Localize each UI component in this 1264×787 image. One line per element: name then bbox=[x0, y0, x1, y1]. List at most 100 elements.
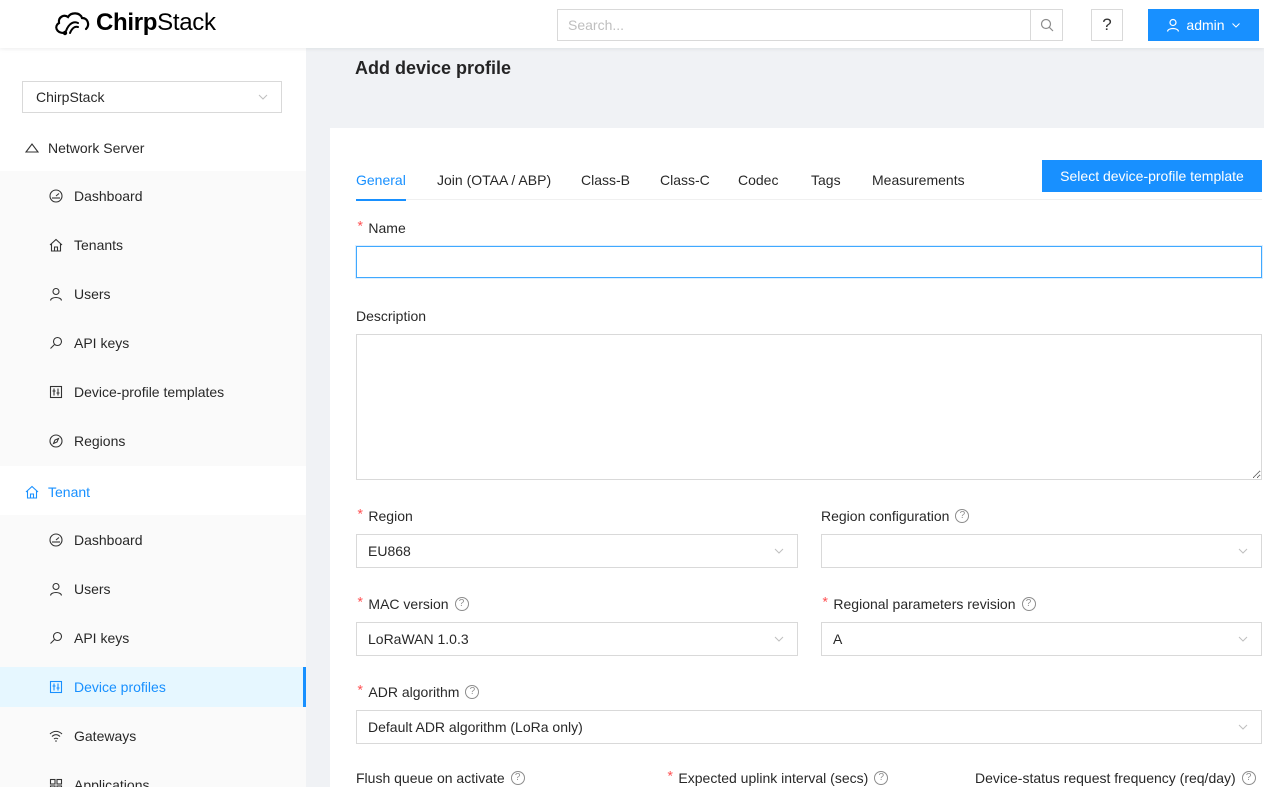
chevron-down-icon bbox=[1238, 636, 1248, 642]
chirpstack-logo-icon bbox=[55, 12, 90, 36]
tenant-select-value: ChirpStack bbox=[36, 89, 105, 105]
wifi-icon bbox=[48, 728, 64, 744]
tab-tags[interactable]: Tags bbox=[811, 160, 841, 200]
name-label: * Name bbox=[356, 220, 406, 236]
sidebar-item-tenant-gateways[interactable]: Gateways bbox=[0, 716, 306, 756]
required-mark: * bbox=[356, 684, 365, 700]
reg-params-label: * Regional parameters revision ? bbox=[821, 596, 1036, 612]
menu-group-network-server[interactable]: Network Server bbox=[0, 123, 306, 173]
sidebar-item-ns-regions[interactable]: Regions bbox=[0, 421, 306, 461]
tab-general[interactable]: General bbox=[356, 160, 406, 201]
region-config-label: Region configuration ? bbox=[821, 508, 970, 524]
required-mark: * bbox=[666, 770, 675, 786]
menu-item-label: Users bbox=[74, 286, 111, 302]
reg-params-select[interactable]: A bbox=[821, 622, 1262, 656]
chevron-down-icon bbox=[1238, 548, 1248, 554]
region-label: * Region bbox=[356, 508, 413, 524]
sidebar-item-tenant-api-keys[interactable]: API keys bbox=[0, 618, 306, 658]
menu-item-label: Dashboard bbox=[74, 188, 143, 204]
question-circle-icon[interactable]: ? bbox=[1241, 771, 1256, 785]
sidebar-item-tenant-dashboard[interactable]: Dashboard bbox=[0, 520, 306, 560]
menu-group-label: Tenant bbox=[48, 484, 91, 500]
sidebar-item-ns-users[interactable]: Users bbox=[0, 274, 306, 314]
required-mark: * bbox=[356, 596, 365, 612]
adr-algorithm-select-value: Default ADR algorithm (LoRa only) bbox=[368, 719, 583, 735]
question-circle-icon[interactable]: ? bbox=[510, 771, 525, 785]
tenant-select[interactable]: ChirpStack bbox=[22, 81, 282, 113]
region-select[interactable]: EU868 bbox=[356, 534, 798, 568]
menu-group-label: Network Server bbox=[48, 140, 145, 156]
menu-item-label: API keys bbox=[74, 630, 130, 646]
menu-item-label: API keys bbox=[74, 335, 130, 351]
dev-status-freq-label-text: Device-status request frequency (req/day… bbox=[975, 770, 1236, 786]
question-icon: ? bbox=[1102, 15, 1112, 34]
uplink-interval-label: * Expected uplink interval (secs) ? bbox=[666, 770, 889, 786]
form-card: General Join (OTAA / ABP) Class-B Class-… bbox=[330, 128, 1264, 787]
question-circle-icon[interactable]: ? bbox=[955, 509, 970, 523]
region-config-label-text: Region configuration bbox=[821, 508, 950, 524]
menu-group-tenant[interactable]: Tenant bbox=[0, 467, 306, 517]
adr-label-text: ADR algorithm bbox=[368, 684, 460, 700]
search-input[interactable] bbox=[558, 10, 1030, 40]
region-select-value: EU868 bbox=[368, 543, 411, 559]
page-title: Add device profile bbox=[355, 58, 512, 78]
help-button[interactable]: ? bbox=[1091, 9, 1123, 41]
menu-item-label: Device-profile templates bbox=[74, 384, 225, 400]
user-icon bbox=[48, 286, 64, 302]
description-label: Description bbox=[356, 308, 427, 324]
user-menu-button[interactable]: admin bbox=[1148, 9, 1259, 41]
region-label-text: Region bbox=[368, 508, 413, 524]
menu-item-label: Applications bbox=[74, 777, 150, 787]
tab-codec[interactable]: Codec bbox=[738, 160, 778, 200]
menu-item-label: Device profiles bbox=[74, 679, 166, 695]
sidebar-item-tenant-device-profiles[interactable]: Device profiles bbox=[0, 667, 306, 707]
question-circle-icon[interactable]: ? bbox=[465, 685, 480, 699]
question-circle-icon[interactable]: ? bbox=[874, 771, 889, 785]
tab-class-b[interactable]: Class-B bbox=[581, 160, 630, 200]
chirpstack-logo[interactable]: ChirpStack bbox=[52, 8, 216, 38]
chevron-down-icon bbox=[258, 94, 268, 100]
key-icon bbox=[48, 335, 64, 351]
tab-join[interactable]: Join (OTAA / ABP) bbox=[437, 160, 551, 200]
reg-params-label-text: Regional parameters revision bbox=[833, 596, 1016, 612]
sidebar-item-ns-tenants[interactable]: Tenants bbox=[0, 225, 306, 265]
menu-item-label: Regions bbox=[74, 433, 126, 449]
chevron-down-icon bbox=[774, 636, 784, 642]
description-textarea[interactable] bbox=[356, 334, 1262, 480]
home-icon bbox=[48, 237, 64, 253]
page-header: Add device profile bbox=[330, 48, 1264, 128]
chevron-down-icon bbox=[1238, 724, 1248, 730]
sidebar-item-ns-device-profile-templates[interactable]: Device-profile templates bbox=[0, 372, 306, 412]
mac-version-select[interactable]: LoRaWAN 1.0.3 bbox=[356, 622, 798, 656]
search-button[interactable] bbox=[1030, 10, 1062, 40]
search-icon bbox=[1040, 18, 1053, 32]
tab-class-c[interactable]: Class-C bbox=[660, 160, 710, 200]
required-mark: * bbox=[356, 508, 365, 524]
mac-version-label-text: MAC version bbox=[368, 596, 449, 612]
user-icon bbox=[48, 581, 64, 597]
uplink-interval-label-text: Expected uplink interval (secs) bbox=[678, 770, 869, 786]
tab-measurements[interactable]: Measurements bbox=[872, 160, 965, 200]
sidebar-item-tenant-applications[interactable]: Applications bbox=[0, 765, 306, 787]
question-circle-icon[interactable]: ? bbox=[454, 597, 469, 611]
question-circle-icon[interactable]: ? bbox=[1021, 597, 1036, 611]
sidebar-item-ns-dashboard[interactable]: Dashboard bbox=[0, 176, 306, 216]
dashboard-icon bbox=[48, 532, 64, 548]
sidebar-item-ns-api-keys[interactable]: API keys bbox=[0, 323, 306, 363]
adr-algorithm-select[interactable]: Default ADR algorithm (LoRa only) bbox=[356, 710, 1262, 744]
menu-item-label: Gateways bbox=[74, 728, 137, 744]
name-label-text: Name bbox=[368, 220, 406, 236]
select-template-button[interactable]: Select device-profile template bbox=[1042, 160, 1262, 192]
menu-item-label: Tenants bbox=[74, 237, 124, 253]
menu-item-label: Users bbox=[74, 581, 111, 597]
region-config-select[interactable] bbox=[821, 534, 1262, 568]
chevron-down-icon bbox=[1231, 23, 1240, 28]
dashboard-icon bbox=[48, 188, 64, 204]
cloud-icon bbox=[24, 140, 40, 156]
name-input[interactable] bbox=[357, 247, 1261, 277]
appstore-icon bbox=[48, 777, 64, 787]
control-icon bbox=[48, 679, 64, 695]
sidebar-item-tenant-users[interactable]: Users bbox=[0, 569, 306, 609]
flush-queue-label: Flush queue on activate ? bbox=[356, 770, 525, 786]
user-icon bbox=[1167, 18, 1180, 32]
